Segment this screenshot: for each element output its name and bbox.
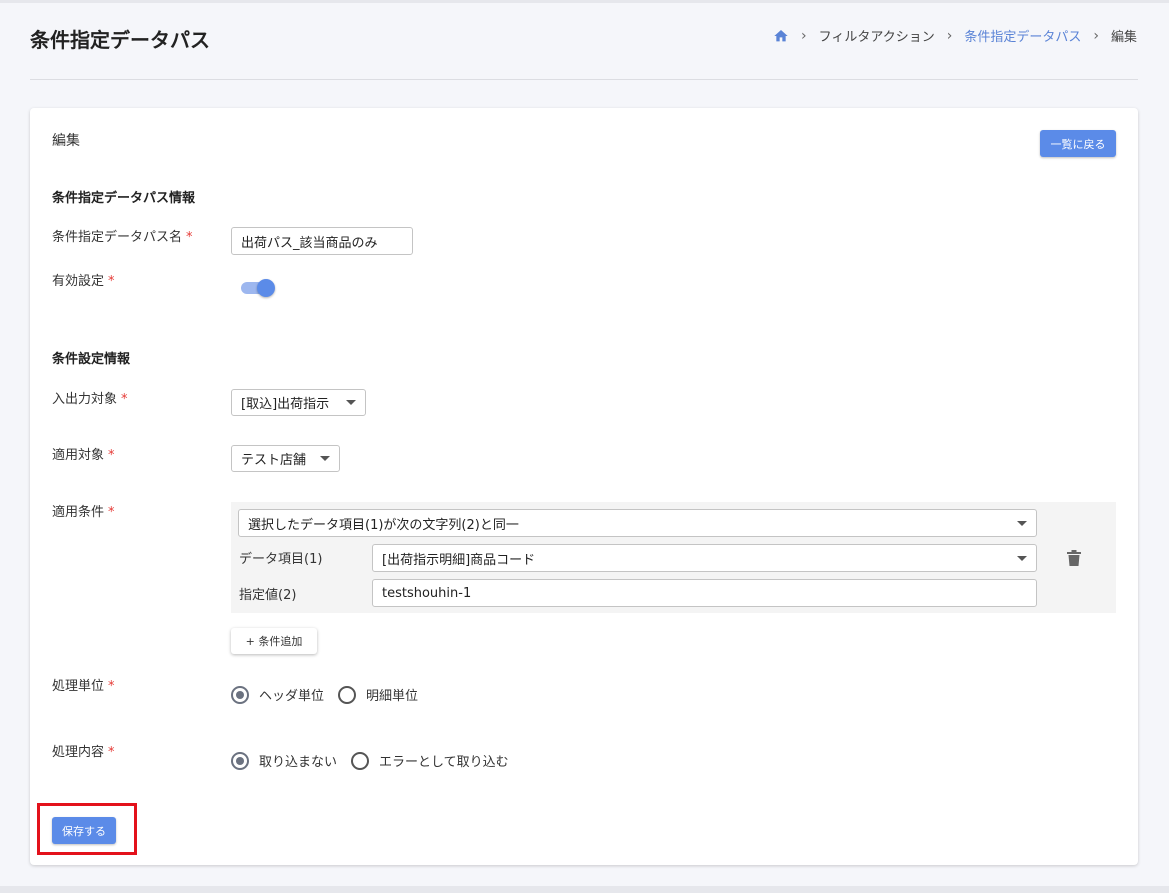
radio-checked-icon bbox=[231, 751, 249, 770]
breadcrumb: › フィルタアクション › 条件指定データパス › 編集 bbox=[773, 26, 1137, 45]
back-to-list-button[interactable]: 一覧に戻る bbox=[1040, 130, 1116, 157]
specified-value-input[interactable]: testshouhin-1 bbox=[372, 579, 1037, 607]
radio-checked-icon bbox=[231, 685, 249, 704]
save-button[interactable]: 保存する bbox=[52, 817, 116, 844]
dropdown-caret-icon bbox=[1017, 555, 1027, 561]
condition-panel: 選択したデータ項目(1)が次の文字列(2)と同一 データ項目(1) [出荷指示明… bbox=[231, 502, 1116, 613]
condition-rule-select[interactable]: 選択したデータ項目(1)が次の文字列(2)と同一 bbox=[238, 509, 1037, 537]
radio-import-as-error[interactable]: エラーとして取り込む bbox=[351, 751, 509, 770]
datapath-name-label: 条件指定データパス名 * bbox=[52, 230, 193, 245]
page-title: 条件指定データパス bbox=[30, 28, 210, 52]
apply-condition-label: 適用条件 * bbox=[52, 505, 115, 520]
enabled-toggle[interactable] bbox=[240, 278, 276, 298]
radio-detail-unit[interactable]: 明細単位 bbox=[338, 685, 418, 704]
io-target-label: 入出力対象 * bbox=[52, 392, 128, 407]
breadcrumb-item-conditional-datapath[interactable]: 条件指定データパス bbox=[964, 26, 1081, 45]
top-border bbox=[0, 0, 1169, 3]
dropdown-caret-icon bbox=[320, 456, 330, 461]
radio-header-unit[interactable]: ヘッダ単位 bbox=[231, 685, 324, 704]
chevron-right-icon: › bbox=[946, 27, 953, 44]
add-condition-button[interactable]: + 条件追加 bbox=[231, 628, 317, 654]
trash-icon[interactable] bbox=[1067, 550, 1081, 566]
bottom-border bbox=[0, 886, 1169, 893]
specified-value-label: 指定値(2) bbox=[239, 588, 297, 603]
radio-unchecked-icon bbox=[338, 685, 357, 704]
section-title-info: 条件指定データパス情報 bbox=[52, 191, 196, 206]
enabled-label: 有効設定 * bbox=[52, 274, 115, 289]
required-mark: * bbox=[108, 679, 115, 694]
required-mark: * bbox=[186, 230, 193, 245]
radio-not-import[interactable]: 取り込まない bbox=[231, 751, 337, 770]
data-item-select[interactable]: [出荷指示明細]商品コード bbox=[372, 544, 1037, 572]
apply-target-label: 適用対象 * bbox=[52, 448, 115, 463]
content-radio-group: 取り込まない エラーとして取り込む bbox=[231, 751, 523, 770]
required-mark: * bbox=[121, 392, 128, 407]
required-mark: * bbox=[108, 505, 115, 520]
content-label: 処理内容 * bbox=[52, 745, 115, 760]
toggle-thumb bbox=[257, 279, 275, 297]
required-mark: * bbox=[108, 274, 115, 289]
home-icon[interactable] bbox=[773, 28, 789, 44]
data-item-label: データ項目(1) bbox=[239, 552, 323, 567]
required-mark: * bbox=[108, 448, 115, 463]
breadcrumb-item-edit: 編集 bbox=[1110, 30, 1137, 45]
edit-card: 編集 一覧に戻る 条件指定データパス情報 条件指定データパス名 * 出荷パス_該当… bbox=[30, 108, 1138, 865]
card-label: 編集 bbox=[52, 133, 80, 149]
chevron-right-icon: › bbox=[1093, 27, 1099, 44]
breadcrumb-item-filter-action[interactable]: フィルタアクション bbox=[819, 26, 935, 45]
dropdown-caret-icon bbox=[346, 400, 356, 405]
section-title-conditions: 条件設定情報 bbox=[52, 352, 131, 367]
radio-unchecked-icon bbox=[351, 751, 370, 770]
unit-radio-group: ヘッダ単位 明細単位 bbox=[231, 685, 432, 704]
datapath-name-input[interactable]: 出荷パス_該当商品のみ bbox=[231, 227, 413, 255]
apply-target-select[interactable]: テスト店舗 bbox=[231, 445, 340, 472]
dropdown-caret-icon bbox=[1017, 520, 1027, 526]
header-divider bbox=[30, 79, 1138, 80]
unit-label: 処理単位 * bbox=[52, 679, 115, 694]
io-target-select[interactable]: [取込]出荷指示 bbox=[231, 389, 366, 416]
required-mark: * bbox=[108, 745, 115, 760]
chevron-right-icon: › bbox=[801, 27, 807, 44]
